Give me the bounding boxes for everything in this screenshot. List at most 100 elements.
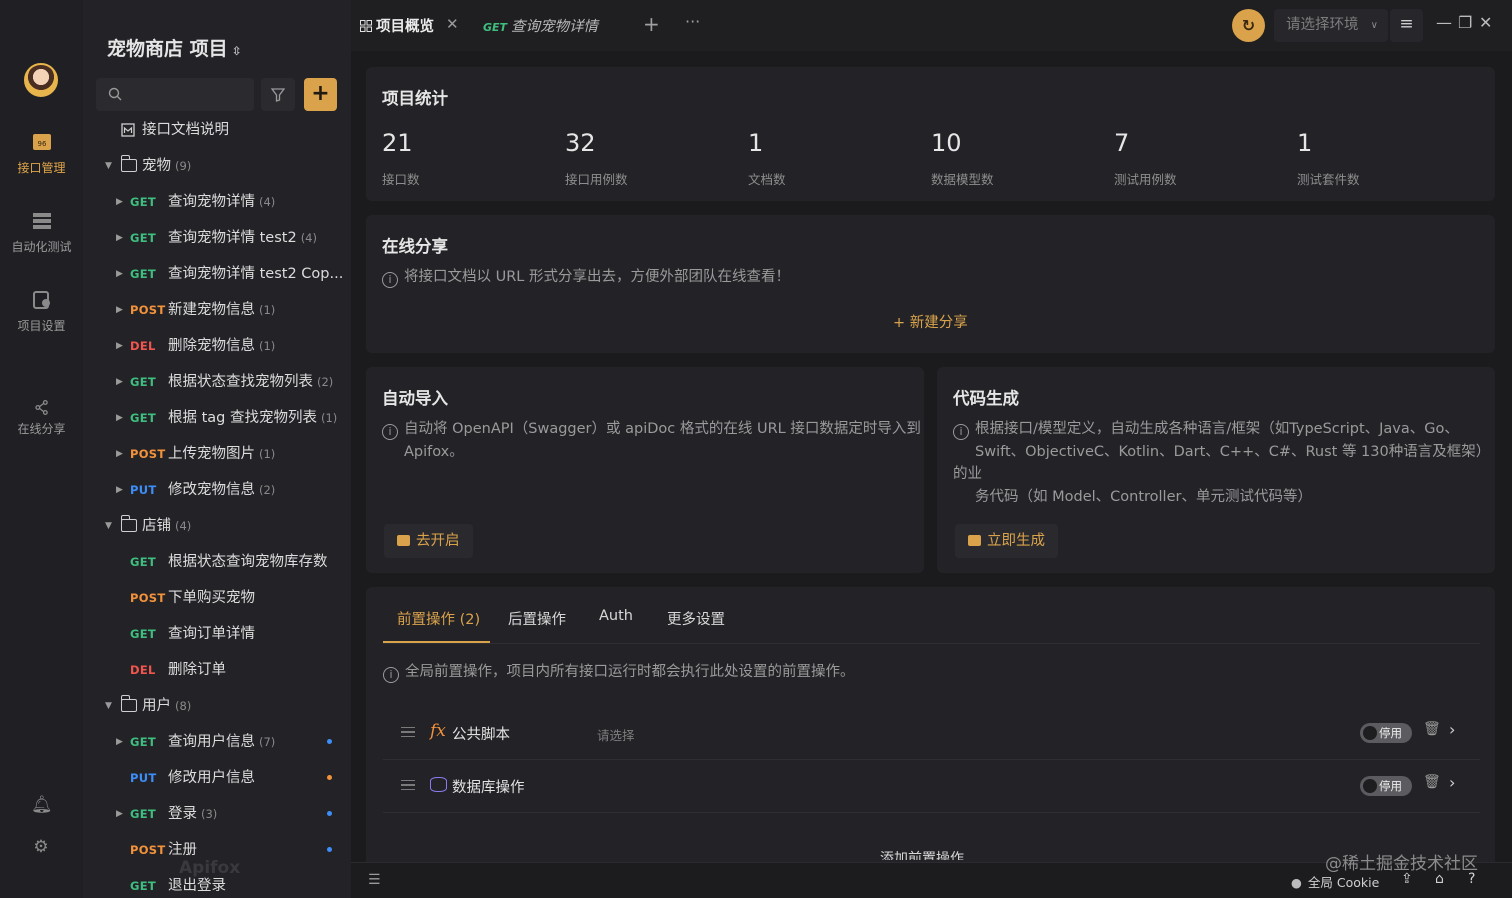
environment-select[interactable]: 请选择环境 ∨ (1274, 9, 1388, 42)
tree-item-api[interactable]: GET 根据状态查询宠物库存数 (83, 544, 351, 580)
trash-icon[interactable]: 🗑︎ (1423, 774, 1441, 790)
rail-item-api-management[interactable]: 96 接口管理 (0, 133, 83, 176)
tab-pre-operations[interactable]: 前置操作 (2) (397, 608, 480, 629)
tree-item-api[interactable]: PUT 修改用户信息 (83, 760, 351, 796)
api-name: 根据状态查找宠物列表 (168, 374, 313, 390)
stat-value: 1 (1297, 129, 1313, 157)
method-badge: GET (130, 411, 157, 425)
grid-icon (360, 20, 372, 32)
chevron-right-icon[interactable]: › (1449, 773, 1455, 792)
rail-item-project-settings[interactable]: 项目设置 (0, 291, 83, 334)
api-name: 查询用户信息 (168, 734, 255, 750)
filter-button[interactable] (261, 78, 295, 111)
operation-row-database[interactable]: 数据库操作 停用 🗑︎ › (383, 761, 1480, 813)
tree-item-api[interactable]: ▶ GET 查询宠物详情 (4) (83, 184, 351, 220)
tab-api-detail[interactable]: GET 查询宠物详情 (483, 15, 598, 36)
restore-icon[interactable]: ❐ (1458, 13, 1472, 32)
method-badge: GET (130, 375, 157, 389)
rail-item-auto-test[interactable]: 自动化测试 (0, 212, 83, 255)
tree-item-api[interactable]: ▶ GET 查询宠物详情 test2 Cop... (83, 256, 351, 292)
disable-toggle[interactable]: 停用 (1360, 776, 1412, 796)
source-watermark: @稀土掘金技术社区 (1325, 854, 1478, 874)
generate-code-button[interactable]: 立即生成 (955, 524, 1058, 558)
folder-name: 店铺 (142, 518, 171, 534)
rail-item-online-share[interactable]: 在线分享 (0, 400, 83, 437)
tree-item-api[interactable]: ▶ GET 登录 (3) (83, 796, 351, 832)
chevron-right-icon[interactable]: › (1449, 720, 1455, 739)
drag-handle-icon[interactable] (401, 727, 415, 737)
bell-icon[interactable]: 🔔︎ (31, 795, 53, 815)
drag-handle-icon[interactable] (401, 780, 415, 790)
menu-button[interactable]: ≡ (1390, 9, 1423, 42)
tree-folder-pets[interactable]: ▼ 宠物 (9) (83, 148, 351, 184)
tree-item-api[interactable]: GET 查询订单详情 (83, 616, 351, 652)
operation-name: 公共脚本 (452, 727, 510, 743)
tree-item-api[interactable]: ▶ GET 根据 tag 查找宠物列表 (1) (83, 400, 351, 436)
tree-search-input[interactable] (96, 78, 254, 111)
global-cookie-button[interactable]: ● 全局 Cookie (1291, 872, 1379, 891)
info-icon: i (953, 424, 969, 440)
tree-item-api[interactable]: POST 下单购买宠物 (83, 580, 351, 616)
tab-auth[interactable]: Auth (599, 608, 633, 624)
gear-icon[interactable]: ⚙ (31, 837, 51, 857)
method-badge: GET (130, 627, 157, 641)
tab-post-operations[interactable]: 后置操作 (508, 608, 566, 629)
tab-project-overview[interactable]: 项目概览 (360, 15, 434, 36)
case-count: (2) (317, 375, 334, 389)
tree-folder-user[interactable]: ▼ 用户 (8) (83, 688, 351, 724)
add-pre-operation-button[interactable]: 添加前置操作 (880, 848, 964, 860)
tree-item-api[interactable]: ▶ POST 新建宠物信息 (1) (83, 292, 351, 328)
api-name: 根据 tag 查找宠物列表 (168, 410, 317, 426)
tree-item-doc[interactable]: 接口文档说明 (83, 112, 351, 148)
api-name: 上传宠物图片 (168, 446, 255, 462)
trash-icon[interactable]: 🗑︎ (1423, 721, 1441, 737)
api-name: 登录 (168, 806, 197, 822)
terminal-icon (968, 535, 981, 546)
sync-button[interactable]: ↻ (1232, 9, 1265, 42)
more-tabs-button[interactable]: ··· (685, 12, 700, 31)
add-button[interactable]: + (304, 78, 337, 111)
tree-item-api[interactable]: ▶ POST 上传宠物图片 (1) (83, 436, 351, 472)
minimize-icon[interactable]: — (1436, 13, 1452, 32)
cookie-icon: ● (1291, 875, 1302, 890)
caret-right-icon: ▶ (116, 413, 123, 423)
new-share-button[interactable]: + 新建分享 (893, 311, 968, 332)
status-dot (327, 847, 332, 852)
user-avatar[interactable] (24, 63, 58, 97)
tree-item-api[interactable]: ▶ PUT 修改宠物信息 (2) (83, 472, 351, 508)
online-share-card: 在线分享 i 将接口文档以 URL 形式分享出去，方便外部团队在线查看！ + 新建… (366, 215, 1495, 353)
disable-toggle[interactable]: 停用 (1360, 723, 1412, 743)
api-name: 查询宠物详情 (168, 194, 255, 210)
api-name: 删除订单 (168, 662, 226, 678)
script-select[interactable]: 请选择 (597, 725, 635, 744)
window-close-icon[interactable]: ✕ (1479, 13, 1492, 32)
stat-value: 32 (565, 129, 596, 157)
close-icon[interactable]: ✕ (446, 15, 459, 33)
caret-right-icon: ▶ (116, 809, 123, 819)
caret-right-icon: ▶ (116, 449, 123, 459)
stat-label: 数据模型数 (931, 172, 994, 187)
tab-label: 项目概览 (376, 19, 434, 35)
stat-value: 7 (1114, 129, 1130, 157)
stat-label: 测试套件数 (1297, 172, 1360, 187)
api-name: 修改用户信息 (168, 770, 255, 786)
rail-label-api: 接口管理 (17, 161, 66, 175)
tree-item-api[interactable]: ▶ GET 查询用户信息 (7) (83, 724, 351, 760)
enable-import-button[interactable]: 去开启 (384, 524, 473, 558)
divider (383, 759, 1480, 760)
collapse-sidebar-icon[interactable]: ☰ (368, 872, 381, 888)
environment-placeholder: 请选择环境 (1286, 17, 1359, 33)
project-switcher[interactable]: 宠物商店 项目 ⇳ (107, 34, 242, 61)
tab-more-settings[interactable]: 更多设置 (667, 608, 725, 629)
tree-item-api[interactable]: DEL 删除订单 (83, 652, 351, 688)
status-dot (327, 739, 332, 744)
tree-item-api[interactable]: ▶ GET 根据状态查找宠物列表 (2) (83, 364, 351, 400)
codegen-description-line1: 根据接口/模型定义，自动生成各种语言/框架（如TypeScript、Java、G… (975, 421, 1459, 437)
tree-folder-store[interactable]: ▼ 店铺 (4) (83, 508, 351, 544)
tree-item-api[interactable]: ▶ DEL 删除宠物信息 (1) (83, 328, 351, 364)
new-tab-button[interactable]: + (643, 12, 660, 36)
card-title: 项目统计 (382, 89, 448, 108)
svg-text:96: 96 (37, 140, 46, 148)
tree-item-api[interactable]: ▶ GET 查询宠物详情 test2 (4) (83, 220, 351, 256)
operation-row-common-script[interactable]: fx 公共脚本 请选择 停用 🗑︎ › (383, 708, 1480, 760)
